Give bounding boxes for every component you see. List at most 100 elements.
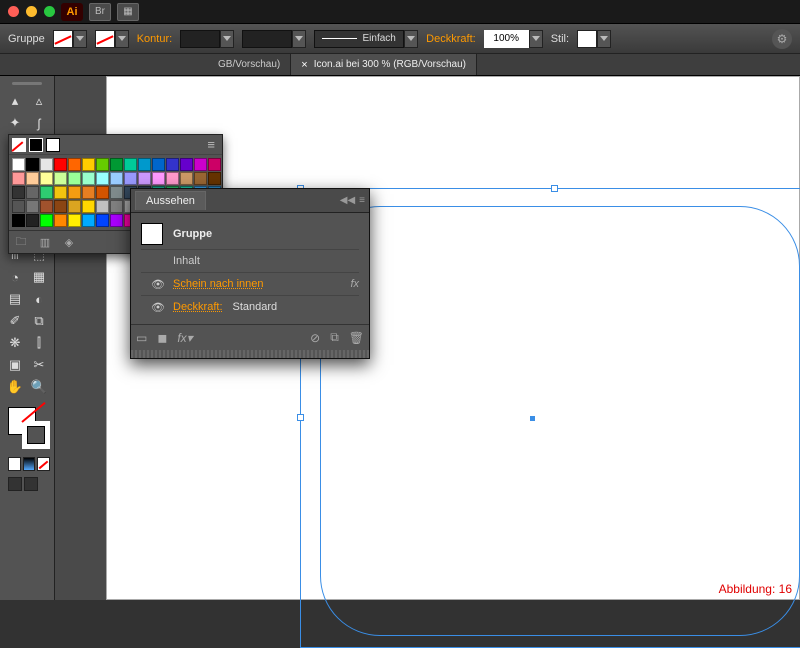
panel-grip[interactable] [12,82,42,85]
swatch-color[interactable] [54,172,67,185]
swatch-color[interactable] [26,200,39,213]
screen-mode-normal[interactable] [8,477,22,491]
close-tab-icon[interactable]: × [301,59,307,71]
swatch-registration[interactable] [29,138,43,152]
swatch-color[interactable] [138,158,151,171]
opacity-dropdown[interactable] [529,30,543,48]
appearance-tab[interactable]: Aussehen [135,191,206,210]
symbol-sprayer-tool[interactable]: ❋ [4,333,26,353]
appearance-effect-row[interactable]: Schein nach innen fx [141,272,359,295]
visibility-toggle-icon[interactable]: 👁 [151,278,165,291]
stroke-dropdown[interactable] [115,30,129,48]
swatch-color[interactable] [26,186,39,199]
document-tab-1[interactable]: GB/Vorschau) [0,54,291,75]
swatch-options[interactable]: ◈ [61,235,77,249]
stroke-indicator[interactable] [22,421,50,449]
direct-selection-tool[interactable]: ▵ [28,91,50,111]
resize-handle[interactable] [551,185,558,192]
selection-tool[interactable]: ▴ [4,91,26,111]
swatches-flyout-menu[interactable]: ≡ [207,137,219,152]
panel-options-button[interactable]: ⚙ [772,29,792,49]
swatch-color[interactable] [96,186,109,199]
swatch-color[interactable] [82,172,95,185]
swatch-color[interactable] [54,158,67,171]
swatch-color[interactable] [82,158,95,171]
swatch-color[interactable] [110,172,123,185]
swatch-color[interactable] [54,186,67,199]
swatch-color[interactable] [180,158,193,171]
zoom-window-button[interactable] [44,6,55,17]
stroke-color-swatch[interactable] [95,30,115,48]
opacity-field[interactable]: 100% [484,30,529,48]
lasso-tool[interactable]: ʃ [28,113,50,133]
gradient-mode-button[interactable] [23,457,36,471]
swatch-color[interactable] [26,172,39,185]
swatch-color[interactable] [12,214,25,227]
fx-badge[interactable]: fx [350,278,359,290]
swatch-color[interactable] [110,200,123,213]
selected-path[interactable] [320,206,800,636]
arrange-documents-button[interactable]: ▦ [117,3,139,21]
stroke-weight-field[interactable] [180,30,220,48]
swatch-color[interactable] [68,200,81,213]
zoom-tool[interactable]: 🔍 [28,377,50,397]
swatch-color[interactable] [54,200,67,213]
swatch-color[interactable] [40,200,53,213]
swatch-color[interactable] [82,200,95,213]
color-mode-button[interactable] [8,457,21,471]
swatch-color[interactable] [166,172,179,185]
collapse-panel-icon[interactable]: ◀◀ [340,195,355,206]
swatch-color[interactable] [54,214,67,227]
appearance-contents-row[interactable]: Inhalt [141,249,359,272]
swatch-color[interactable] [26,158,39,171]
swatch-color[interactable] [96,214,109,227]
brush-definition[interactable]: Einfach [314,30,404,48]
fill-stroke-indicator[interactable] [4,405,50,455]
swatch-color[interactable] [110,186,123,199]
swatch-color[interactable] [12,200,25,213]
panel-resize-grip[interactable] [131,350,369,358]
mesh-tool[interactable]: ▤ [4,289,26,309]
minimize-window-button[interactable] [26,6,37,17]
swatch-color[interactable] [12,158,25,171]
perspective-tool[interactable]: ▦ [28,267,50,287]
swatch-color[interactable] [208,158,221,171]
swatch-none[interactable] [12,138,26,152]
variable-width-dropdown[interactable] [292,30,306,48]
swatch-color[interactable] [68,186,81,199]
graph-tool[interactable]: ⫿ [28,333,50,353]
add-new-effect[interactable]: fx▾ [177,331,192,345]
swatch-color[interactable] [96,172,109,185]
appearance-effect-link[interactable]: Schein nach innen [173,278,264,290]
appearance-opacity-link[interactable]: Deckkraft: [173,301,223,313]
none-mode-button[interactable] [37,457,50,471]
panel-menu-icon[interactable]: ≡ [359,195,365,206]
swatch-color[interactable] [152,172,165,185]
swatch-color[interactable] [96,158,109,171]
swatch-white[interactable] [46,138,60,152]
fill-color-swatch[interactable] [53,30,73,48]
slice-tool[interactable]: ✂ [28,355,50,375]
swatch-color[interactable] [40,158,53,171]
swatch-color[interactable] [82,214,95,227]
swatch-color[interactable] [12,186,25,199]
magic-wand-tool[interactable]: ✦ [4,113,26,133]
eyedropper-tool[interactable]: ✐ [4,311,26,331]
blend-tool[interactable]: ⧉ [28,311,50,331]
swatch-color[interactable] [110,214,123,227]
swatch-color[interactable] [124,158,137,171]
show-swatch-kinds[interactable]: ▥ [37,235,53,249]
clear-appearance[interactable]: ⊘ [310,331,320,345]
graphic-style-dropdown[interactable] [597,30,611,48]
brush-dropdown[interactable] [404,30,418,48]
swatch-color[interactable] [68,158,81,171]
delete-item[interactable]: 🗑 [349,331,364,345]
appearance-opacity-row[interactable]: Deckkraft: Standard [141,295,359,318]
swatch-color[interactable] [68,172,81,185]
graphic-style-swatch[interactable] [577,30,597,48]
swatch-color[interactable] [152,158,165,171]
screen-mode-full[interactable] [24,477,38,491]
fill-dropdown[interactable] [73,30,87,48]
swatch-color[interactable] [194,172,207,185]
resize-handle[interactable] [297,414,304,421]
